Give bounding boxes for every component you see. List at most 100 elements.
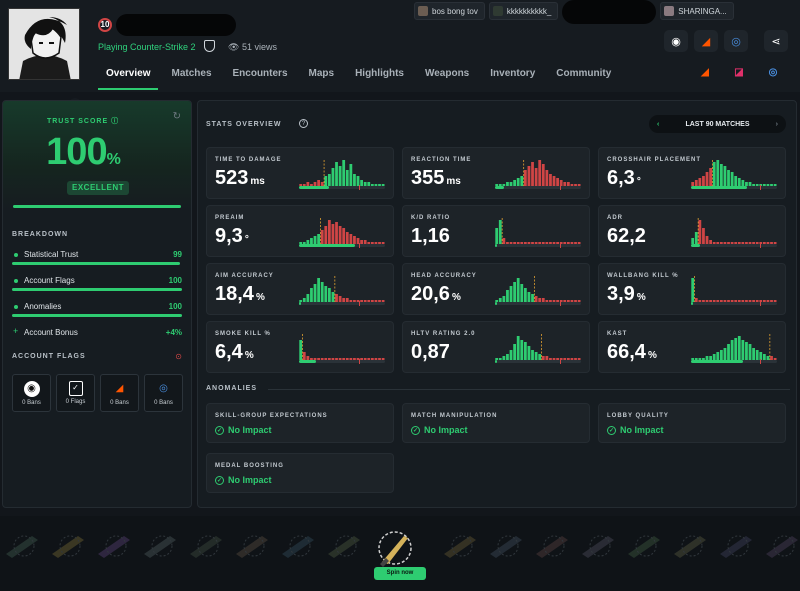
stat-number: 355 bbox=[411, 167, 445, 189]
refresh-icon[interactable]: ↻ bbox=[173, 111, 181, 122]
histogram-bar bbox=[702, 228, 705, 244]
stat-meter-fill bbox=[495, 186, 504, 189]
stat-card[interactable]: CROSSHAIR PLACEMENT 6,3 ° bbox=[598, 147, 786, 199]
breakdown-item: Statistical Trust 99 bbox=[12, 246, 182, 272]
stat-card[interactable]: ADR 62,2 bbox=[598, 205, 786, 257]
stat-card[interactable]: AIM ACCURACY 18,4% bbox=[206, 263, 394, 315]
trust-rating-badge: EXCELLENT bbox=[67, 181, 130, 195]
breakdown-item-name: Account Flags bbox=[24, 276, 75, 285]
stat-distribution-chart bbox=[691, 276, 777, 302]
breakdown-item-value: +4% bbox=[165, 328, 182, 337]
account-flags-section: ACCOUNT FLAGS ⊙ ◉ 0 Bans ✓ 0 Flags ◢ 0 B… bbox=[12, 352, 184, 412]
friend-chip[interactable]: bos bong tov bbox=[414, 2, 485, 20]
stat-meter-marker bbox=[759, 185, 761, 190]
stat-distribution-chart bbox=[299, 334, 385, 360]
histogram-bar bbox=[705, 172, 709, 186]
stats-panel: STATS OVERVIEW ? ‹ LAST 90 MATCHES › TIM… bbox=[197, 100, 797, 508]
histogram-bar bbox=[716, 160, 720, 186]
bullet-icon bbox=[14, 253, 18, 257]
stat-card[interactable]: HEAD ACCURACY 20,6% bbox=[402, 263, 590, 315]
flag-box-steam[interactable]: ◉ 0 Bans bbox=[12, 374, 51, 412]
bullet-icon bbox=[14, 279, 18, 283]
stat-card[interactable]: K/D RATIO 1,16 bbox=[402, 205, 590, 257]
histogram-bar bbox=[331, 168, 335, 186]
tab-inventory[interactable]: Inventory bbox=[482, 60, 543, 90]
stat-meter-marker bbox=[759, 359, 761, 364]
flag-box-esea[interactable]: ◎ 0 Bans bbox=[144, 374, 183, 412]
tab-overview[interactable]: Overview bbox=[98, 60, 159, 90]
flag-box-vac[interactable]: ✓ 0 Flags bbox=[56, 374, 95, 412]
stat-label: REACTION TIME bbox=[411, 157, 472, 163]
friend-chip[interactable]: SHARINGA... bbox=[660, 2, 734, 20]
stat-meter-marker bbox=[559, 301, 561, 306]
faceit-icon[interactable]: ◢ bbox=[698, 66, 712, 78]
stat-card[interactable]: PREAIM 9,3 ° bbox=[206, 205, 394, 257]
stat-card[interactable]: KAST 66,4% bbox=[598, 321, 786, 373]
flag-box-faceit[interactable]: ◢ 0 Bans bbox=[100, 374, 139, 412]
anomaly-result: ✓ No Impact bbox=[607, 425, 664, 435]
help-icon[interactable]: ? bbox=[299, 119, 308, 128]
breakdown-item-name: Statistical Trust bbox=[24, 250, 79, 259]
stat-number: 9,3 bbox=[215, 225, 243, 247]
tab-encounters[interactable]: Encounters bbox=[225, 60, 296, 90]
friend-chip-redacted[interactable] bbox=[562, 0, 657, 24]
fivee-icon[interactable]: ◪ bbox=[732, 66, 746, 78]
tab-maps[interactable]: Maps bbox=[301, 60, 343, 90]
tab-community[interactable]: Community bbox=[548, 60, 619, 90]
stat-card[interactable]: WALLBANG KILL % 3,9% bbox=[598, 263, 786, 315]
friend-avatar bbox=[664, 6, 675, 16]
histogram-bar bbox=[335, 162, 338, 186]
histogram-bar bbox=[342, 228, 346, 244]
tab-matches[interactable]: Matches bbox=[163, 60, 219, 90]
anomaly-title: SKILL-GROUP EXPECTATIONS bbox=[215, 413, 328, 419]
histogram-bar bbox=[520, 284, 524, 302]
stat-label: HLTV RATING 2.0 bbox=[411, 331, 476, 337]
histogram-bar bbox=[345, 232, 349, 244]
stat-meter-fill bbox=[691, 360, 743, 363]
stat-card[interactable]: TIME TO DAMAGE 523 ms bbox=[206, 147, 394, 199]
match-range-selector[interactable]: ‹ LAST 90 MATCHES › bbox=[649, 115, 786, 133]
help-icon[interactable]: ⓘ bbox=[111, 118, 119, 125]
histogram-bar bbox=[691, 278, 695, 302]
avatar[interactable] bbox=[8, 8, 80, 80]
faceit-icon: ◢ bbox=[115, 383, 124, 394]
share-button[interactable]: ⋖ bbox=[764, 30, 788, 52]
stat-meter bbox=[691, 301, 777, 306]
friend-chip[interactable]: kkkkkkkkkk_ bbox=[488, 2, 559, 20]
warning-icon[interactable]: ⊙ bbox=[175, 352, 182, 361]
histogram-bar bbox=[534, 352, 538, 360]
histogram-bar bbox=[306, 294, 310, 302]
breakdown-item-bar bbox=[12, 314, 182, 317]
histogram-bar bbox=[345, 170, 349, 186]
stat-label: K/D RATIO bbox=[411, 215, 451, 221]
stat-card[interactable]: HLTV RATING 2.0 0,87 bbox=[402, 321, 590, 373]
histogram-bar bbox=[523, 288, 527, 302]
tab-highlights[interactable]: Highlights bbox=[347, 60, 412, 90]
histogram-bar bbox=[335, 294, 338, 302]
stat-card[interactable]: REACTION TIME 355 ms bbox=[402, 147, 590, 199]
histogram-bar bbox=[317, 234, 320, 244]
tab-weapons[interactable]: Weapons bbox=[417, 60, 477, 90]
chevron-left-icon[interactable]: ‹ bbox=[657, 121, 659, 128]
esea-profile-button[interactable]: ◎ bbox=[724, 30, 748, 52]
stat-label: HEAD ACCURACY bbox=[411, 273, 477, 279]
stat-card[interactable]: SMOKE KILL % 6,4% bbox=[206, 321, 394, 373]
stat-meter-marker bbox=[359, 359, 361, 364]
case-skin-item bbox=[440, 532, 484, 560]
stat-label: TIME TO DAMAGE bbox=[215, 157, 282, 163]
stat-meter-fill bbox=[299, 302, 301, 305]
faceit-profile-button[interactable]: ◢ bbox=[694, 30, 718, 52]
spin-now-button[interactable]: Spin now bbox=[374, 567, 426, 580]
eye-icon: 👁 bbox=[228, 42, 240, 52]
steam-profile-button[interactable]: ◉ bbox=[664, 30, 688, 52]
esea-icon[interactable]: ◎ bbox=[766, 66, 780, 78]
histogram-bar bbox=[317, 278, 320, 302]
stat-number: 6,3 bbox=[607, 167, 635, 189]
breakdown-item-name: Account Bonus bbox=[24, 328, 78, 337]
case-skin-item bbox=[716, 532, 760, 560]
chevron-right-icon[interactable]: › bbox=[776, 121, 778, 128]
stat-unit: ms bbox=[250, 176, 265, 187]
check-icon: ✓ bbox=[607, 425, 616, 435]
histogram-bar bbox=[734, 338, 738, 360]
stat-unit: % bbox=[255, 292, 265, 303]
